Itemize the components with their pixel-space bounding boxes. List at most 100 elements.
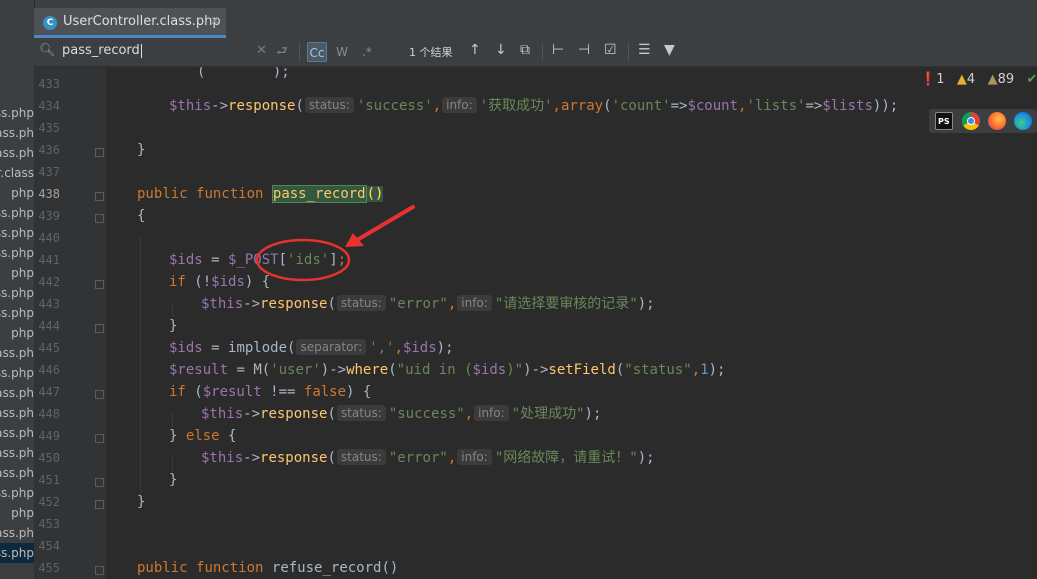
code-line-450: $this->response(status: "error", info: "网络故…: [201, 449, 655, 466]
fold-marker-icon[interactable]: [95, 434, 104, 443]
param-hint: info:: [457, 449, 492, 465]
fold-marker-icon[interactable]: [95, 566, 104, 575]
fold-marker-icon[interactable]: [95, 478, 104, 487]
project-file-item[interactable]: ass.php: [0, 223, 34, 243]
project-file-item[interactable]: class.ph: [0, 463, 34, 483]
fold-marker-icon[interactable]: [95, 324, 104, 333]
fold-marker-icon[interactable]: [95, 148, 104, 157]
line-number: 435: [38, 121, 60, 135]
multiline-icon[interactable]: ☰: [638, 42, 651, 58]
line-number: 444: [38, 319, 60, 333]
code-line-443: $this->response(status: "error", info: "请选择…: [201, 295, 655, 312]
code-line-442: if (!$ids) {: [169, 274, 271, 290]
filter-icon[interactable]: ▼: [664, 42, 675, 58]
weak-warning-icon: ▲: [987, 72, 998, 87]
line-number: 433: [38, 77, 60, 91]
fold-marker-icon[interactable]: [95, 280, 104, 289]
project-file-item[interactable]: ass.php: [0, 243, 34, 263]
project-file-item[interactable]: ass.php: [0, 363, 34, 383]
fold-marker-icon[interactable]: [95, 500, 104, 509]
edge-icon[interactable]: [1014, 112, 1032, 130]
match-case-toggle[interactable]: Cc: [307, 42, 327, 62]
param-hint: status:: [336, 295, 386, 311]
project-file-item[interactable]: class.ph: [0, 403, 34, 423]
code-line-446: $result = M('user')->where("uid in ($ids…: [169, 362, 726, 378]
remove-occurrence-icon[interactable]: ⊣: [578, 42, 590, 58]
line-number: 455: [38, 561, 60, 575]
project-file-item[interactable]: ass.ph: [0, 443, 34, 463]
tab-close-icon[interactable]: ✕: [210, 14, 220, 28]
project-file-item[interactable]: ass.php: [0, 303, 34, 323]
search-result-count: 1 个结果: [409, 46, 453, 59]
editor-tab-bar: C UserController.class.php ✕: [34, 8, 1037, 39]
divider: [542, 44, 543, 60]
param-hint: status:: [336, 405, 386, 421]
fold-marker-icon[interactable]: [95, 390, 104, 399]
fold-marker-icon[interactable]: [95, 192, 104, 201]
inspection-widget[interactable]: ❗1 ▲4 ▲89 ✔: [920, 72, 1037, 87]
code-line-436: }: [137, 142, 146, 158]
search-match-highlight: pass_record: [271, 185, 367, 203]
code-line-444: }: [169, 318, 178, 334]
project-file-item[interactable]: php: [0, 503, 34, 523]
code-editor[interactable]: ( ); $this->response(status:'success', in…: [106, 67, 1037, 579]
find-bar: 🔍︎ pass_record ✕ ⮐ Cc W .* 1 个结果 ↑ ↓ ⧉ ⊢…: [34, 38, 1037, 67]
line-number: 443: [38, 297, 60, 311]
project-file-item[interactable]: ass.php: [0, 103, 34, 123]
previous-occurrence-icon[interactable]: ↑: [469, 42, 481, 58]
project-file-item[interactable]: ass.php: [0, 543, 34, 563]
warning-count: 4: [966, 72, 976, 87]
chrome-icon[interactable]: [962, 112, 980, 130]
project-file-item[interactable]: class.ph: [0, 423, 34, 443]
toggle-occurrence-icon[interactable]: ☑: [604, 42, 617, 58]
whole-words-toggle[interactable]: W: [333, 42, 351, 62]
project-file-item[interactable]: class.ph: [0, 383, 34, 403]
tab-user-controller[interactable]: C UserController.class.php ✕: [34, 8, 226, 38]
search-icon[interactable]: 🔍︎: [39, 43, 56, 58]
regex-toggle[interactable]: .*: [358, 42, 376, 62]
project-file-item[interactable]: class.ph: [0, 123, 34, 143]
project-file-item[interactable]: class.ph: [0, 143, 34, 163]
project-file-item[interactable]: php: [0, 263, 34, 283]
project-file-item[interactable]: er.class: [0, 163, 34, 183]
project-file-item[interactable]: ass.php: [0, 203, 34, 223]
phpstorm-icon[interactable]: PS: [935, 112, 953, 130]
project-file-item[interactable]: php: [0, 183, 34, 203]
select-all-occurrences-icon[interactable]: ⧉: [520, 42, 530, 58]
indent-guide: [140, 237, 141, 495]
line-number: 440: [38, 231, 60, 245]
next-occurrence-icon[interactable]: ↓: [495, 42, 507, 58]
project-file-item[interactable]: php: [0, 323, 34, 343]
project-file-item[interactable]: class.ph: [0, 523, 34, 543]
param-hint: status:: [336, 449, 386, 465]
fold-marker-icon[interactable]: [95, 214, 104, 223]
code-line-cut: ( );: [138, 67, 290, 80]
project-file-name: class.ph: [0, 466, 34, 480]
line-number: 442: [38, 275, 60, 289]
code-line-455: public function refuse_record(): [137, 560, 399, 576]
search-history-icon[interactable]: ⮐: [276, 42, 288, 64]
project-file-name: ass.php: [0, 226, 34, 240]
param-hint: info:: [442, 97, 477, 113]
clear-search-icon[interactable]: ✕: [256, 43, 267, 58]
line-number: 453: [38, 517, 60, 531]
param-hint: info:: [457, 295, 492, 311]
project-file-name: php: [11, 186, 34, 200]
project-file-item[interactable]: ass.php: [0, 283, 34, 303]
project-file-name: class.ph: [0, 346, 34, 360]
project-file-name: php: [11, 266, 34, 280]
project-file-name: php: [11, 506, 34, 520]
line-number: 446: [38, 363, 60, 377]
line-number: 441: [38, 253, 60, 267]
project-file-item[interactable]: ass.php: [0, 483, 34, 503]
project-file-name: php: [11, 326, 34, 340]
project-file-item[interactable]: class.ph: [0, 343, 34, 363]
project-file-name: ass.php: [0, 546, 34, 560]
firefox-icon[interactable]: [988, 112, 1006, 130]
line-number: 451: [38, 473, 60, 487]
add-occurrence-icon[interactable]: ⊢: [552, 42, 564, 58]
project-file-name: ass.php: [0, 366, 34, 380]
code-line-445: $ids = implode(separator: ',',$ids);: [169, 339, 454, 356]
search-input[interactable]: pass_record: [62, 43, 142, 58]
project-file-name: class.ph: [0, 426, 34, 440]
